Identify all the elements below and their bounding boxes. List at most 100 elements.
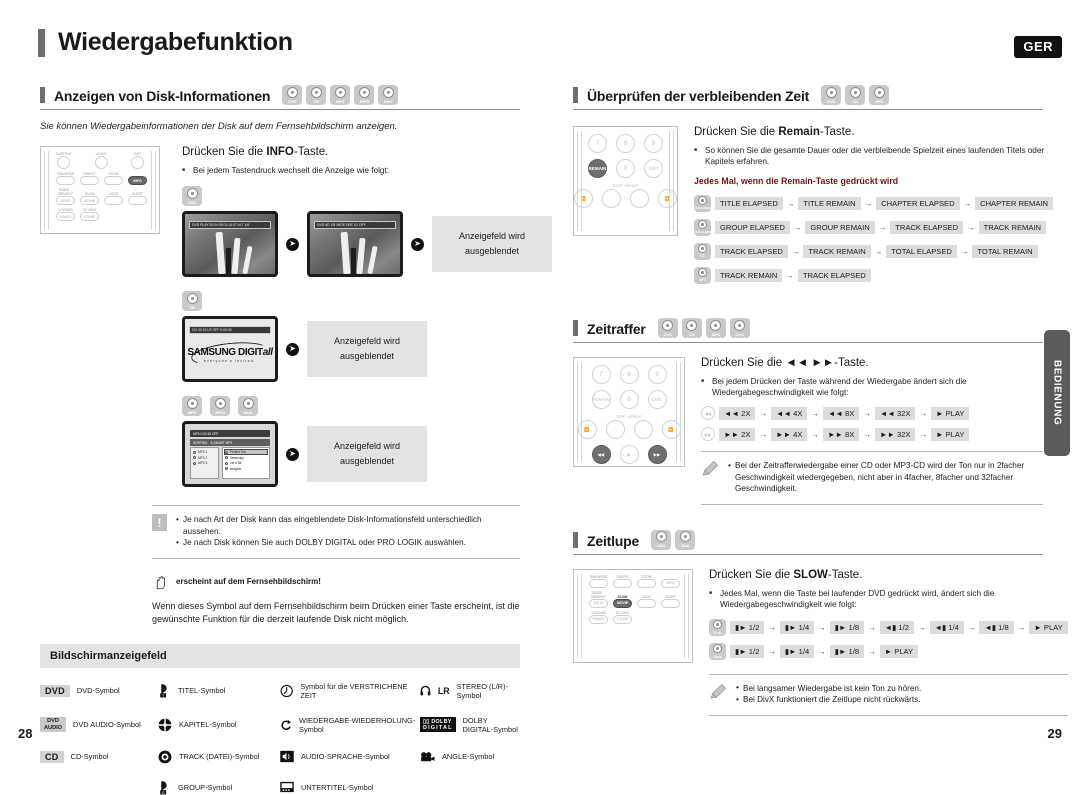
exclamation-icon: ! — [152, 514, 167, 531]
browser-sorting-bar: SORTING A-SMART MP3 — [190, 439, 270, 446]
chip: TRACK ELAPSED — [715, 245, 788, 258]
tv-screenshot-cd: CD 00:13 LR OFF 0:00:00 SAMSUNG DIGITall… — [182, 316, 278, 382]
chip: ▮► 1/4 — [779, 644, 815, 658]
key-8[interactable]: 8 — [619, 365, 639, 384]
zeitraffer-text-block: Drücken Sie die ◄◄ ►►-Taste. Bei jedem D… — [701, 357, 1043, 505]
chip: TITLE REMAIN — [798, 197, 861, 210]
page-number-right: 29 — [1047, 726, 1062, 741]
hand-icon — [156, 575, 165, 589]
remote-button-info[interactable]: INFO — [128, 176, 147, 185]
section-disc-icons: DVD DivX — [651, 529, 696, 550]
right-column: Überprüfen der verbleibenden Zeit DVD CD… — [573, 84, 1068, 716]
arrow-right-icon: ➤ — [286, 342, 299, 356]
zeitraffer-body: 7 8 9 REMAIN 0 DISC STEP REPEAT ⏪ ⏩ ◀◀ ▶… — [573, 357, 1043, 505]
section-intro-text: Sie können Wiedergabeinformationen der D… — [40, 121, 398, 132]
remote-rail-left — [577, 131, 582, 231]
dvd-screen-sequence: DVD PLAY 00:04:08 01:24:37 ALT 1/8 ➤ DVD… — [182, 211, 552, 277]
chip: TOTAL ELAPSED — [886, 245, 957, 258]
legend-entry-dvd-audio: DVD AUDIO DVD AUDIO-Symbol — [40, 716, 158, 734]
chip: ▮► 1/8 — [829, 620, 865, 634]
tv-screenshot-dvd-1: DVD PLAY 00:04:08 01:24:37 ALT 1/8 — [182, 211, 278, 277]
section-title: Zeitlupe — [587, 532, 640, 549]
zeitraffer-bullet: Bei jedem Drücken der Taste während der … — [701, 376, 1043, 398]
dvd-tag-icon: DVD — [40, 684, 70, 697]
disc-icon-dvd: DVD — [821, 85, 842, 105]
chip: CHAPTER REMAIN — [975, 197, 1054, 210]
key-8[interactable]: 8 — [616, 134, 635, 153]
cd-screen-sequence: CD 00:13 LR OFF 0:00:00 SAMSUNG DIGITall… — [182, 316, 552, 382]
chip: ◄◄ 4X — [770, 406, 808, 420]
disc-icon-jpeg: JPEG — [354, 85, 375, 105]
osd-bar: DVD AD 1/8 WIDE DRC 02 OFF — [314, 221, 396, 229]
key-remain[interactable]: REMAIN — [588, 159, 607, 178]
key-9[interactable]: 9 — [644, 134, 663, 153]
key-rewind[interactable]: ◀◀ — [591, 445, 611, 464]
chip: ►► 2X — [719, 427, 756, 441]
disc-icon-divx: DivX — [238, 396, 258, 416]
arrow-right-icon: ➤ — [286, 447, 299, 461]
hand-symbol-note: erscheint auf dem Fernsehbildschirm! — [152, 573, 520, 591]
chip: CHAPTER ELAPSED — [876, 197, 960, 210]
chip: TRACK ELAPSED — [890, 221, 964, 234]
sequence-row-mp3: MP3 TRACK REMAIN → TRACK ELAPSED — [694, 267, 1053, 284]
key-fast-forward[interactable]: ▶▶ — [647, 445, 667, 464]
sequence-row-dvd-audio: DVD-AUDIO GROUP ELAPSED → GROUP REMAIN → T… — [694, 219, 1053, 236]
chip: TRACK REMAIN — [715, 269, 783, 282]
note-text: Bei der Zeitrafferwiedergabe einer CD od… — [728, 460, 1043, 495]
chip: ▮► 1/2 — [730, 620, 765, 634]
key-9[interactable]: 9 — [647, 365, 667, 384]
legend-entry-repeat: WIEDERGABE-WIEDERHOLUNG-Symbol — [280, 716, 420, 734]
speed-row-forward: ▶▶ ►► 2X → ►► 4X → ►► 8X → ►► 32X → ► PLAY — [701, 427, 1043, 441]
remote-button-slow[interactable]: MOVIE — [613, 598, 632, 608]
chip: GROUP ELAPSED — [715, 221, 790, 234]
info-instruction-text: Drücken Sie die INFO-Taste. Bei jedem Ta… — [182, 146, 552, 487]
list-item: MP3 1 — [193, 450, 216, 454]
key-7[interactable]: 7 — [591, 365, 611, 384]
legend-title: Bildschirmanzeigefeld — [40, 643, 520, 668]
note-text: Bei langsamer Wiedergabe ist kein Ton zu… — [736, 682, 921, 706]
page-title: Wiedergabefunktion — [58, 28, 293, 56]
zeitraffer-heading: Drücken Sie die ◄◄ ►►-Taste. — [701, 357, 869, 369]
disc-icon-cd: CD — [694, 243, 711, 260]
osd-bar: CD 00:13 LR OFF 0:00:00 — [189, 326, 271, 334]
page-number-left: 28 — [18, 726, 33, 741]
elapsed-time-icon — [280, 684, 293, 697]
zeitlupe-bullet: Jedes Mal, wenn die Taste bei laufender … — [709, 588, 1068, 610]
browser-status-bar: MP3 0:00:18 OFF — [190, 430, 270, 437]
disc-icon-dvd-audio: DVD-AUDIO — [694, 219, 711, 236]
legend-entry-angle: ANGLE-Symbol — [420, 750, 520, 764]
zeitlupe-text-block: Drücken Sie die SLOW-Taste. Jedes Mal, w… — [709, 569, 1068, 716]
disc-icon-dvd: DVD — [709, 618, 726, 636]
key-repeat[interactable] — [630, 189, 649, 208]
legend-entry-group: G GROUP-Symbol — [158, 780, 280, 795]
key-0[interactable]: 0 — [619, 390, 639, 409]
chip: ◄◄ 32X — [874, 406, 916, 420]
key-next[interactable]: ⏩ — [658, 189, 677, 208]
tv-screenshot-dvd-2: DVD AD 1/8 WIDE DRC 02 OFF — [307, 211, 403, 277]
key-step[interactable] — [605, 420, 625, 439]
key-disc[interactable]: DISC — [644, 159, 663, 178]
note-text: Je nach Art der Disk kann das eingeblend… — [176, 514, 520, 549]
chip: ►► 4X — [770, 427, 808, 441]
chapter-icon — [158, 718, 172, 731]
section-title: Zeitraffer — [587, 321, 646, 337]
chip: ◄▮ 1/8 — [979, 620, 1014, 634]
key-repeat[interactable] — [633, 420, 653, 439]
key-play-pause[interactable]: ▶ — [619, 445, 639, 464]
key-0[interactable]: 0 — [616, 159, 635, 178]
remain-bullet: So können Sie die gesamte Dauer oder die… — [694, 145, 1053, 167]
key-7[interactable]: 7 — [588, 134, 607, 153]
osd-bar: DVD PLAY 00:04:08 01:24:37 ALT 1/8 — [189, 221, 271, 229]
key-remain[interactable]: REMAIN — [591, 390, 611, 409]
list-item: Let It Be — [224, 461, 267, 465]
key-disc[interactable]: DISC — [647, 390, 667, 409]
page-title-row: Wiedergabefunktion — [38, 28, 293, 57]
sequence-row-cd: CD TRACK ELAPSED → TRACK REMAIN → TOTAL EL… — [694, 243, 1053, 260]
legend-entry-track: TRACK (DATEI)-Symbol — [158, 750, 280, 764]
key-step[interactable] — [602, 189, 621, 208]
group-icon: G — [160, 780, 167, 794]
chip: ◄▮ 1/2 — [879, 620, 914, 634]
chip: TOTAL REMAIN — [972, 245, 1038, 258]
chip: ◄▮ 1/4 — [929, 620, 964, 634]
chip: ▮► 1/2 — [730, 644, 765, 658]
